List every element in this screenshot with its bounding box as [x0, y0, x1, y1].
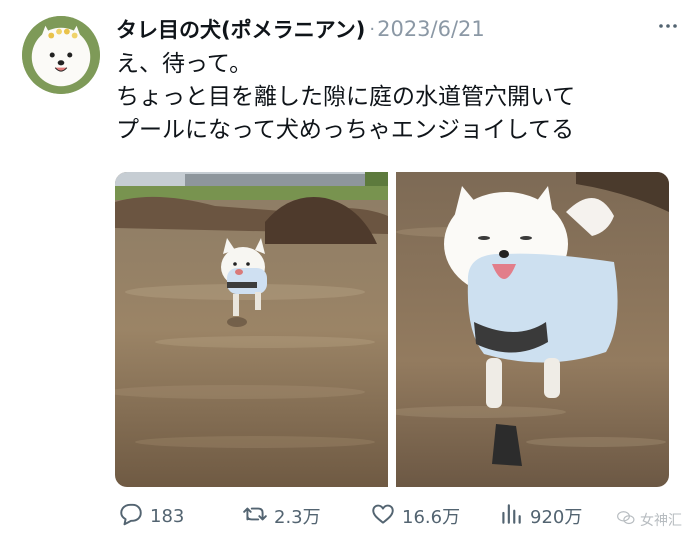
- display-name[interactable]: タレ目の犬(ポメラニアン): [116, 14, 365, 44]
- tweet-actions: 183 2.3万 16.6万 920万: [112, 497, 682, 535]
- more-dots-icon[interactable]: [656, 14, 680, 38]
- wechat-icon: [616, 508, 636, 532]
- avatar[interactable]: [22, 16, 100, 94]
- tweet-line: え、待って。: [116, 51, 253, 77]
- tweet-line: プールになって犬めっちゃエンジョイしてる: [116, 117, 575, 143]
- heart-icon: [370, 501, 396, 532]
- reply-button[interactable]: 183: [118, 501, 184, 532]
- tweet-media: [115, 172, 669, 487]
- reply-count: 183: [150, 505, 185, 527]
- views-button[interactable]: 920万: [498, 501, 582, 532]
- tweet-date[interactable]: 2023/6/21: [377, 17, 485, 41]
- watermark-text: 女神汇: [640, 513, 682, 529]
- retweet-button[interactable]: 2.3万: [242, 501, 321, 532]
- tweet-line: ちょっと目を離した隙に庭の水道管穴開いて: [116, 84, 576, 110]
- like-count: 16.6万: [402, 507, 461, 528]
- like-button[interactable]: 16.6万: [370, 501, 460, 532]
- header-separator: ·: [369, 18, 376, 40]
- retweet-count: 2.3万: [274, 507, 321, 528]
- reply-icon: [118, 501, 144, 532]
- photo-dog-in-puddle-closeup[interactable]: [396, 172, 669, 487]
- views-bars-icon: [498, 501, 524, 532]
- photo-dog-in-puddle-wide[interactable]: [115, 172, 388, 487]
- retweet-icon: [242, 501, 268, 532]
- view-count: 920万: [530, 507, 583, 528]
- tweet-header: タレ目の犬(ポメラニアン) · 2023/6/21: [116, 14, 676, 44]
- watermark: 女神汇: [616, 508, 682, 532]
- tweet-text: え、待って。 ちょっと目を離した隙に庭の水道管穴開いて プールになって犬めっちゃ…: [116, 48, 678, 147]
